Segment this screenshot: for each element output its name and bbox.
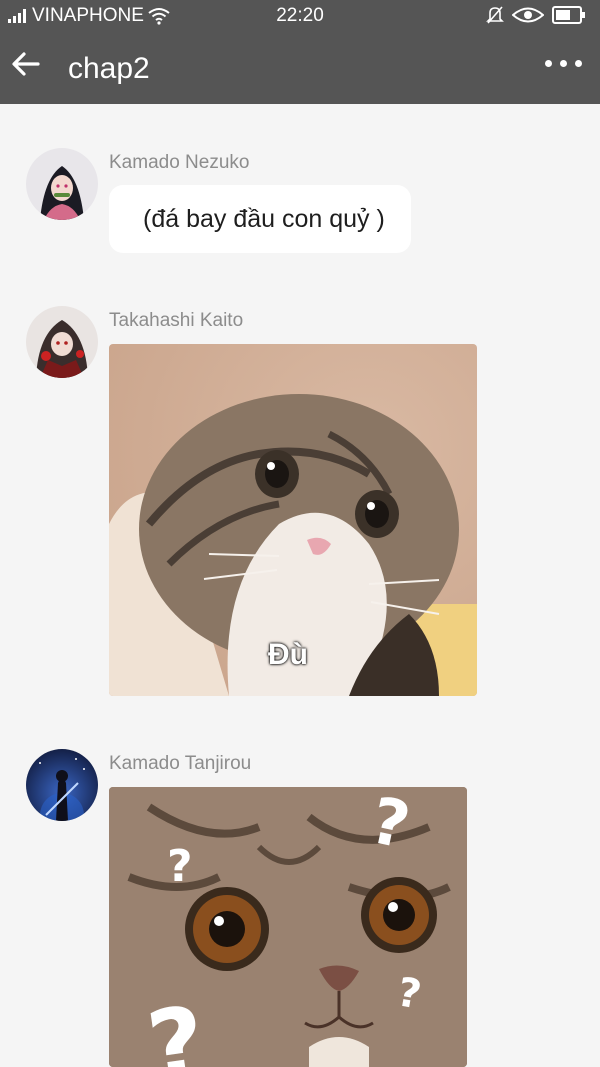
header: VINAPHONE 22:20 chap2 (0, 0, 600, 104)
mute-icon (486, 6, 504, 24)
message-item: Takahashi Kaito Đù (0, 306, 600, 698)
avatar[interactable] (26, 306, 98, 378)
chat-title: chap2 (68, 52, 150, 85)
image-caption: Đù (268, 638, 308, 671)
svg-text:?: ? (167, 841, 193, 892)
eye-icon (512, 7, 544, 23)
sender-name: Kamado Nezuko (109, 152, 250, 173)
arrow-left-icon[interactable] (8, 46, 44, 82)
avatar[interactable] (26, 749, 98, 821)
app-bar: chap2 (0, 32, 600, 104)
avatar[interactable] (26, 148, 98, 220)
status-bar: VINAPHONE 22:20 (0, 0, 600, 32)
message-image[interactable]: Đù (109, 344, 477, 696)
status-right (486, 5, 586, 25)
message-item: Kamado Nezuko (đá bay đầu con quỷ ) (0, 148, 600, 258)
message-item: Kamado Tanjirou ? ? ? ? (0, 749, 600, 1067)
message-image[interactable]: ? ? ? ? (109, 787, 467, 1067)
battery-icon (552, 6, 585, 24)
sender-name: Takahashi Kaito (109, 310, 244, 331)
sender-name: Kamado Tanjirou (109, 753, 252, 774)
more-dots-icon[interactable] (541, 56, 586, 71)
message-bubble[interactable]: (đá bay đầu con quỷ ) (109, 185, 411, 253)
